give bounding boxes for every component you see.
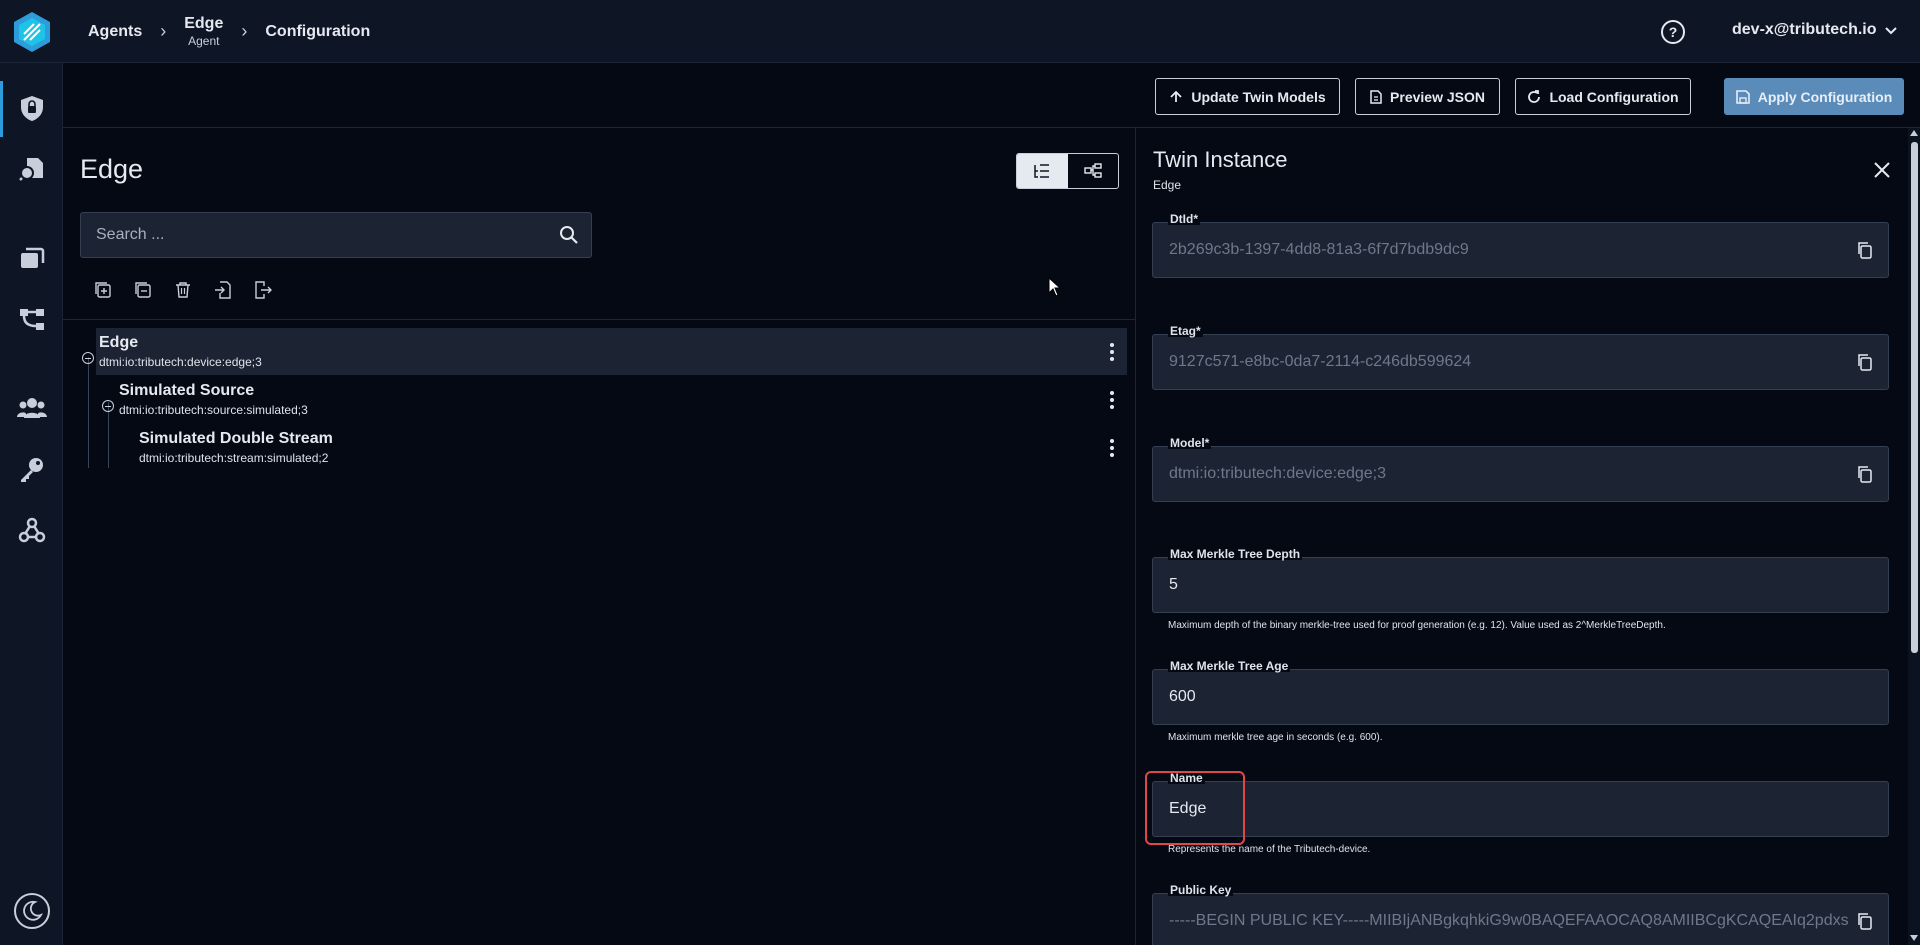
divider xyxy=(63,319,1135,320)
tree-node-edge[interactable]: Edge dtmi:io:tributech:device:edge;3 xyxy=(96,328,1127,375)
tributech-logo-icon[interactable] xyxy=(10,10,54,54)
action-bar: Update Twin Models Preview JSON Load Con… xyxy=(63,63,1920,128)
search-input[interactable] xyxy=(81,213,541,257)
preview-json-button[interactable]: Preview JSON xyxy=(1355,78,1500,115)
chevron-down-icon[interactable] xyxy=(1884,24,1898,38)
collapse-icon[interactable] xyxy=(102,400,114,412)
copy-icon[interactable] xyxy=(1856,353,1874,371)
tree-guide-line xyxy=(88,357,89,468)
more-vertical-icon[interactable] xyxy=(1109,391,1115,409)
breadcrumb-configuration: Configuration xyxy=(265,22,371,40)
moon-icon[interactable] xyxy=(14,893,50,929)
field-hint: Maximum depth of the binary merkle-tree … xyxy=(1168,620,1666,631)
sidebar xyxy=(0,63,63,945)
help-icon[interactable]: ? xyxy=(1661,20,1685,44)
more-vertical-icon[interactable] xyxy=(1109,439,1115,457)
list-view-icon[interactable] xyxy=(1017,154,1068,188)
scrollbar[interactable] xyxy=(1908,128,1920,945)
panel-subtitle: Edge xyxy=(1153,178,1182,192)
top-bar: Agents › Edge Agent › Configuration ? de… xyxy=(0,0,1920,63)
close-icon[interactable] xyxy=(1872,160,1892,180)
sidebar-active-indicator xyxy=(0,81,3,137)
twin-instance-panel: Twin Instance Edge DtId* 2b269c3b-1397-4… xyxy=(1135,128,1920,945)
breadcrumb-edge[interactable]: Edge Agent xyxy=(184,15,223,48)
scroll-down-icon[interactable] xyxy=(1910,935,1918,941)
mouse-cursor-icon xyxy=(1048,277,1062,297)
public-key-field[interactable]: Public Key -----BEGIN PUBLIC KEY-----MII… xyxy=(1152,884,1889,945)
export-icon[interactable] xyxy=(253,280,273,300)
search-icon[interactable] xyxy=(559,225,579,245)
max-merkle-tree-age-field[interactable]: Max Merkle Tree Age 600 xyxy=(1152,660,1889,725)
etag-field[interactable]: Etag* 9127c571-e8bc-0da7-2114-c246db5996… xyxy=(1152,325,1889,390)
twin-tree-panel: Edge Edge dtmi:i xyxy=(63,128,1135,945)
apply-configuration-button[interactable]: Apply Configuration xyxy=(1724,78,1904,115)
field-hint: Represents the name of the Tributech-dev… xyxy=(1168,844,1371,855)
name-field[interactable]: Name Edge xyxy=(1152,772,1889,837)
copy-icon[interactable] xyxy=(1856,241,1874,259)
chevron-right-icon: › xyxy=(241,21,248,41)
load-configuration-button[interactable]: Load Configuration xyxy=(1515,78,1691,115)
model-field[interactable]: Model* dtmi:io:tributech:device:edge;3 xyxy=(1152,437,1889,502)
chevron-right-icon: › xyxy=(160,21,167,41)
copy-icon[interactable] xyxy=(1856,465,1874,483)
page-title: Edge xyxy=(80,154,144,184)
scroll-thumb[interactable] xyxy=(1911,142,1918,653)
collapse-icon[interactable] xyxy=(82,352,94,364)
graph-view-icon[interactable] xyxy=(1068,154,1119,188)
file-search-icon[interactable] xyxy=(16,153,48,185)
save-icon xyxy=(1735,89,1750,104)
import-icon[interactable] xyxy=(213,280,233,300)
tree-node-simulated-source[interactable]: Simulated Source dtmi:io:tributech:sourc… xyxy=(116,376,1127,423)
breadcrumb-agents[interactable]: Agents xyxy=(88,23,142,41)
shield-lock-icon[interactable] xyxy=(16,92,48,124)
users-icon[interactable] xyxy=(16,392,48,424)
field-hint: Maximum merkle tree age in seconds (e.g.… xyxy=(1168,732,1383,743)
view-toggle xyxy=(1016,153,1119,189)
webhook-icon[interactable] xyxy=(16,514,48,546)
max-merkle-tree-depth-field[interactable]: Max Merkle Tree Depth 5 xyxy=(1152,548,1889,613)
copy-icon[interactable] xyxy=(1856,912,1874,930)
panel-title: Twin Instance xyxy=(1153,147,1288,172)
topology-icon[interactable] xyxy=(16,303,48,335)
file-json-icon xyxy=(1370,89,1382,104)
name-field-highlight xyxy=(1145,771,1245,845)
more-vertical-icon[interactable] xyxy=(1109,343,1115,361)
remove-twin-icon[interactable] xyxy=(133,280,153,300)
cards-icon[interactable] xyxy=(16,242,48,274)
update-twin-models-button[interactable]: Update Twin Models xyxy=(1155,78,1340,115)
dtid-field[interactable]: DtId* 2b269c3b-1397-4dd8-81a3-6f7d7bdb9d… xyxy=(1152,213,1889,278)
search-box xyxy=(80,212,592,258)
tree-toolbar xyxy=(93,280,273,300)
add-twin-icon[interactable] xyxy=(93,280,113,300)
delete-icon[interactable] xyxy=(173,280,193,300)
user-menu[interactable]: dev-x@tributech.io xyxy=(1732,21,1877,39)
tree-node-simulated-double-stream[interactable]: Simulated Double Stream dtmi:io:tributec… xyxy=(136,424,1127,471)
arrow-up-icon xyxy=(1170,90,1182,102)
key-icon[interactable] xyxy=(16,453,48,485)
breadcrumb: Agents › Edge Agent › Configuration xyxy=(88,0,370,63)
refresh-icon xyxy=(1528,89,1541,103)
scroll-up-icon[interactable] xyxy=(1910,130,1918,136)
